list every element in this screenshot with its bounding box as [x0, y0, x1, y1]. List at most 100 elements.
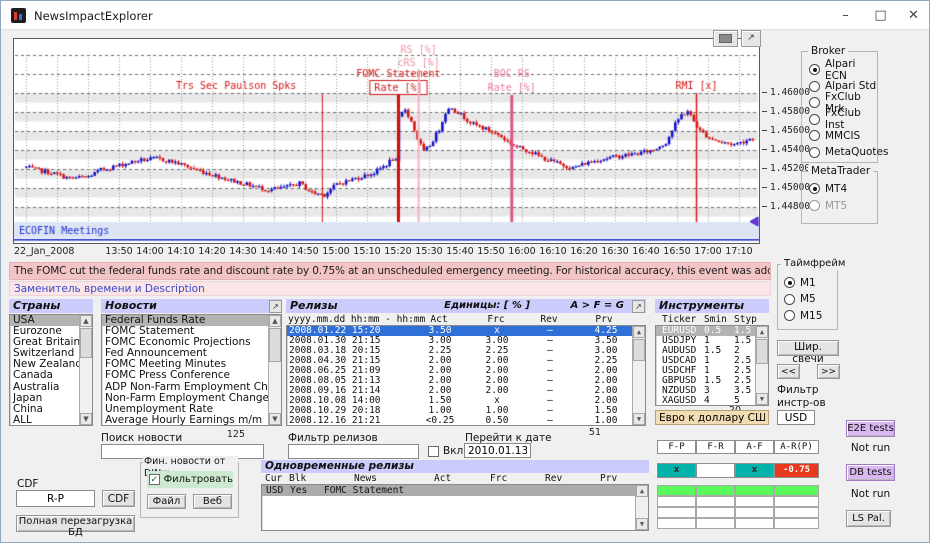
list-item[interactable]: Canada: [10, 370, 79, 381]
scroll-up-arrow[interactable]: ▲: [756, 326, 768, 338]
djnews-filter-row[interactable]: ✓ Фильтровать: [147, 471, 233, 488]
radio-dot[interactable]: [784, 310, 795, 321]
instr-filter-label-1: Фильтр: [777, 384, 819, 396]
cdf-input[interactable]: [16, 490, 95, 507]
chart-grid-button[interactable]: [713, 30, 738, 47]
goto-date-input[interactable]: [464, 443, 531, 458]
scrollbar[interactable]: ▲▼: [755, 326, 768, 405]
scroll-thumb[interactable]: [756, 339, 768, 364]
countries-listbox[interactable]: USAEurozoneGreat BritainSwitzerlandNew Z…: [9, 314, 93, 426]
scroll-up-arrow[interactable]: ▲: [269, 315, 281, 327]
radio-dot[interactable]: [809, 81, 820, 92]
broker-group: Broker Alpari ECNAlpari StdFxClub MrkFxC…: [801, 51, 878, 163]
release-row[interactable]: 2008.12.16 21:21<0.250.50–1.00: [287, 416, 632, 426]
scroll-up-arrow[interactable]: ▲: [633, 326, 645, 338]
list-item[interactable]: ALL: [10, 415, 79, 426]
maximize-button[interactable]: □: [864, 1, 897, 30]
radio-option-fxclub-inst[interactable]: FxClub Inst: [809, 113, 877, 126]
result-col-header: F-R: [696, 440, 735, 454]
releases-popout-button[interactable]: ↗: [632, 300, 645, 313]
scrollbar[interactable]: ▲▼: [79, 315, 92, 425]
scroll-down-arrow[interactable]: ▼: [636, 518, 648, 530]
scroll-thumb[interactable]: [269, 328, 281, 362]
sim-release-row[interactable]: USDYesFOMC Statement: [262, 485, 635, 496]
col-frc: Frc: [466, 314, 526, 325]
news-popout-button[interactable]: ↗: [269, 300, 282, 313]
radio-dot[interactable]: [809, 114, 820, 125]
col-act: Act: [409, 314, 469, 325]
scroll-down-arrow[interactable]: ▼: [633, 413, 645, 425]
scroll-down-arrow[interactable]: ▼: [269, 413, 281, 425]
scroll-down-arrow[interactable]: ▼: [756, 393, 768, 405]
list-item[interactable]: Australia: [10, 382, 79, 393]
time-axis-label: 15:50: [474, 246, 508, 257]
axis-tick: [762, 168, 767, 169]
radio-option-alpari-ecn[interactable]: Alpari ECN: [809, 63, 877, 76]
releases-table[interactable]: 2008.01.22 15:203.50x–4.252008.01.30 21:…: [286, 325, 646, 426]
radio-option-mt4[interactable]: MT4: [809, 182, 877, 195]
scroll-thumb[interactable]: [633, 339, 645, 361]
sim-cur: USD: [266, 485, 283, 496]
result-col-header: A-R(P): [774, 440, 819, 454]
close-button[interactable]: ✕: [897, 1, 930, 30]
db-tests-button[interactable]: DB tests: [846, 464, 895, 481]
axis-tick: [762, 130, 767, 131]
releases-column-header: yyyy.mm.dd hh:mm - hh:mm Act Frc Rev Prv: [286, 314, 633, 325]
list-item[interactable]: Average Hourly Earnings m/m: [102, 415, 268, 426]
news-listbox[interactable]: Federal Funds RateFOMC StatementFOMC Eco…: [101, 314, 282, 426]
scrollbar[interactable]: ▲▼: [632, 326, 645, 425]
sim-col-Cur: Cur: [265, 473, 282, 484]
title-bar[interactable]: NewsImpactExplorer – □ ✕: [1, 1, 929, 30]
scroll-thumb[interactable]: [80, 328, 92, 358]
instruments-listbox[interactable]: EURUSD0.51.5USDJPY11.5AUDUSD1.52USDCAD12…: [655, 325, 769, 406]
time-axis-label: 16:50: [660, 246, 694, 257]
scroll-up-arrow[interactable]: ▲: [636, 485, 648, 497]
releases-filter-input[interactable]: [288, 444, 419, 459]
radio-option-m15[interactable]: M15: [784, 309, 837, 322]
sim-col-Rev: Rev: [545, 473, 562, 484]
instrument-description-field[interactable]: [655, 410, 769, 425]
instr-filter-input[interactable]: [777, 410, 815, 425]
minimize-button[interactable]: –: [829, 1, 862, 30]
chart-date-label: 22_Jan_2008: [14, 246, 74, 257]
radio-dot[interactable]: [809, 130, 820, 141]
radio-dot[interactable]: [784, 277, 795, 288]
releases-header: Релизы Единицы: [ % ] A > F = G: [286, 299, 646, 313]
event-note-link[interactable]: Заменитель времени и Description: [9, 281, 771, 296]
news-search-label: Поиск новости: [101, 432, 182, 444]
list-item[interactable]: FOMC Press Conference: [102, 370, 268, 381]
radio-option-metaquotes[interactable]: MetaQuotes: [809, 146, 877, 159]
sim-news: FOMC Statement: [324, 485, 404, 496]
col-ticker: Ticker: [662, 314, 696, 325]
radio-option-m1[interactable]: M1: [784, 276, 837, 289]
radio-dot[interactable]: [809, 183, 820, 194]
djnews-file-button[interactable]: Файл: [147, 494, 186, 509]
scroll-up-arrow[interactable]: ▲: [80, 315, 92, 327]
list-item[interactable]: ADP Non-Farm Employment Change: [102, 382, 268, 393]
chart-popout-button[interactable]: ↗: [741, 30, 761, 47]
radio-dot[interactable]: [809, 147, 820, 158]
price-chart-canvas[interactable]: [14, 39, 759, 243]
simultaneous-header: Одновременные релизы: [261, 460, 649, 473]
db-reload-button[interactable]: Полная перезагрузка БД: [16, 515, 135, 532]
prev-button[interactable]: <<: [777, 364, 800, 379]
result-grid-cell: [696, 496, 735, 507]
radio-dot[interactable]: [784, 294, 795, 305]
radio-dot[interactable]: [809, 97, 820, 108]
radio-option-m5[interactable]: M5: [784, 293, 837, 306]
cdf-button[interactable]: CDF: [102, 490, 135, 507]
scrollbar[interactable]: ▲▼: [268, 315, 281, 425]
djnews-filter-checkbox[interactable]: ✓: [149, 474, 160, 485]
candle-width-button[interactable]: Шир. свечи: [777, 340, 839, 356]
scroll-down-arrow[interactable]: ▼: [80, 413, 92, 425]
djnews-web-button[interactable]: Веб: [193, 494, 232, 509]
filter-enable-checkbox[interactable]: [428, 446, 439, 457]
radio-dot[interactable]: [809, 64, 820, 75]
ls-pal-button[interactable]: LS Pal.: [846, 510, 891, 527]
e2e-tests-button[interactable]: E2E tests: [846, 420, 895, 437]
next-button[interactable]: >>: [817, 364, 840, 379]
result-grid-cell: [735, 507, 774, 518]
radio-option-mmcis[interactable]: MMCIS: [809, 129, 877, 142]
scrollbar[interactable]: ▲▼: [635, 485, 648, 530]
simultaneous-table[interactable]: USDYesFOMC Statement▲▼: [261, 484, 649, 531]
